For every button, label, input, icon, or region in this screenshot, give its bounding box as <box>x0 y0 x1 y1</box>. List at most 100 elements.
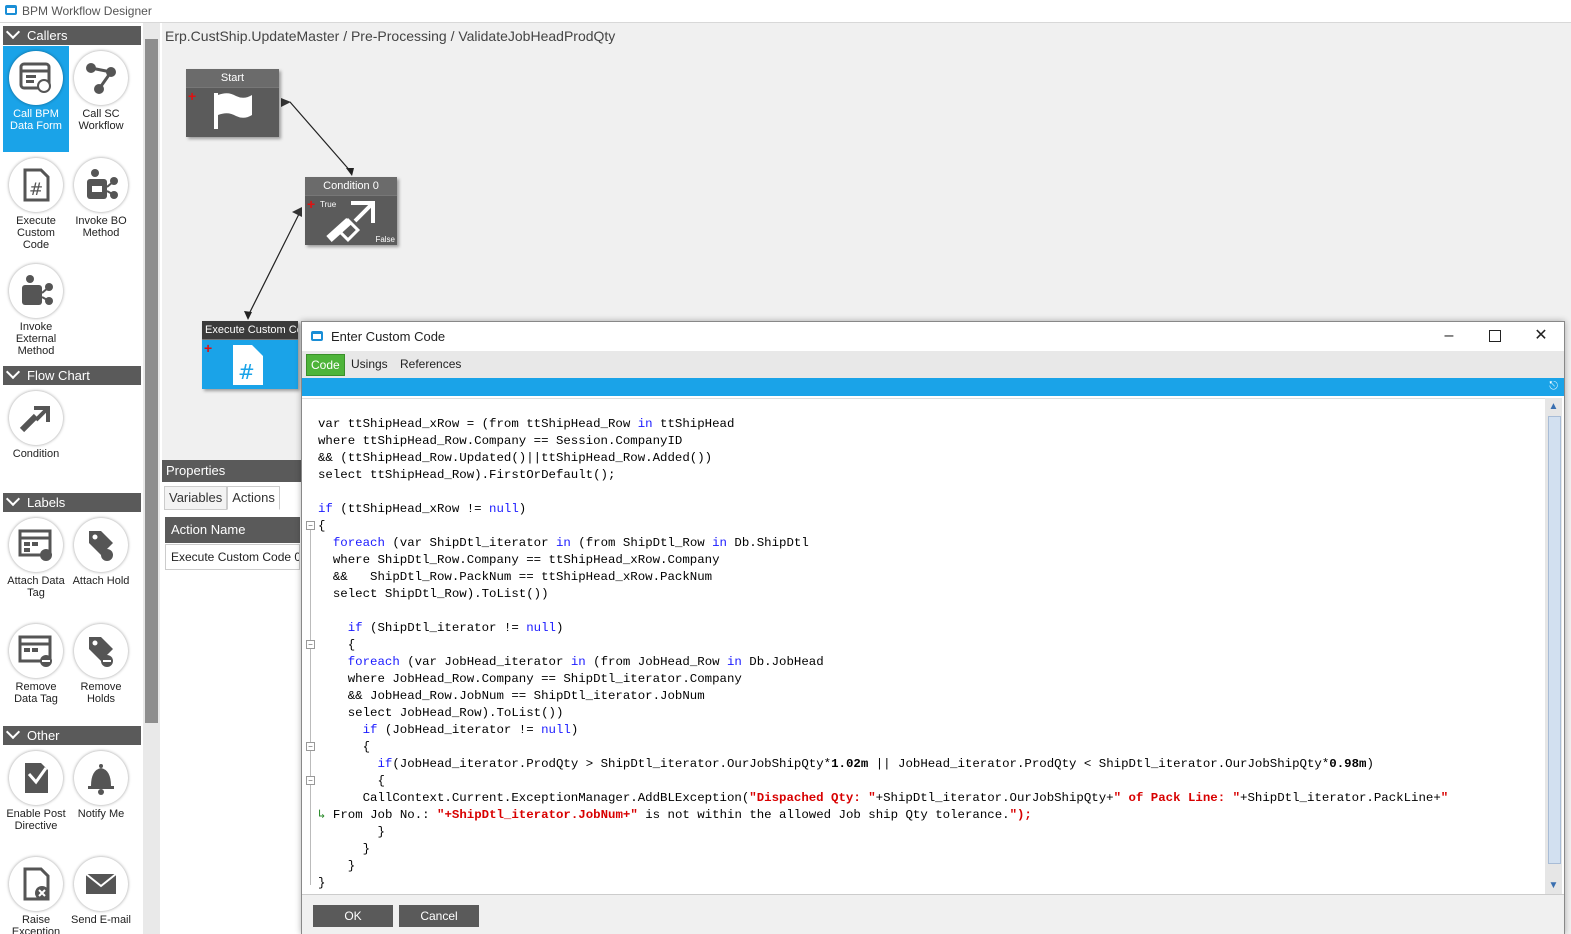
section-flow-chart[interactable]: Flow Chart <box>3 364 141 385</box>
tool-call-sc-workflow[interactable]: Call SC Workflow <box>68 46 134 152</box>
add-icon[interactable]: + <box>307 197 315 211</box>
tab-usings[interactable]: Usings <box>347 354 392 374</box>
remove-hold-icon <box>74 624 128 678</box>
fold-guide <box>310 530 311 885</box>
invoke-bo-icon <box>74 158 128 212</box>
node-title: Condition 0 <box>305 177 397 196</box>
window-titlebar: BPM Workflow Designer <box>0 0 1571 23</box>
tool-raise-exception[interactable]: Raise Exception <box>3 852 69 934</box>
node-start[interactable]: Start + <box>186 69 279 137</box>
tool-invoke-bo-method[interactable]: Invoke BO Method <box>68 153 134 259</box>
app-icon <box>311 331 323 341</box>
form-icon <box>9 51 63 105</box>
tool-label: Attach Hold <box>72 575 130 587</box>
tool-label: Remove Data Tag <box>14 681 58 705</box>
tool-label: Invoke External Method <box>15 321 57 357</box>
svg-text:#: # <box>29 180 43 200</box>
scroll-up-icon[interactable]: ▲ <box>1547 400 1560 413</box>
node-condition[interactable]: Condition 0 + True False <box>305 177 397 245</box>
tool-label: Send E-mail <box>71 914 131 926</box>
exception-icon <box>9 857 63 911</box>
scrollbar-thumb[interactable] <box>145 39 158 723</box>
toolbox-panel: Callers Call BPM Data Form Call SC Workf… <box>0 23 143 934</box>
chevron-down-icon <box>5 24 21 40</box>
invoke-external-icon <box>9 264 63 318</box>
app-icon <box>5 5 17 15</box>
tab-variables[interactable]: Variables <box>164 486 228 510</box>
condition-icon <box>9 391 63 445</box>
dialog-title: Enter Custom Code <box>331 329 446 344</box>
tool-remove-data-tag[interactable]: Remove Data Tag <box>3 619 69 725</box>
tool-execute-custom-code[interactable]: # Execute Custom Code <box>3 153 69 259</box>
tool-label: Execute Custom Code <box>16 215 56 251</box>
envelope-icon <box>74 857 128 911</box>
code-editor[interactable]: − − − − var ttShipHead_xRow = (from ttSh… <box>302 398 1545 895</box>
add-icon[interactable]: + <box>188 89 196 103</box>
column-header-action-name[interactable]: Action Name <box>165 517 300 543</box>
tool-label: Attach Data Tag <box>7 575 65 599</box>
tool-enable-post-directive[interactable]: Enable Post Directive <box>3 746 69 852</box>
section-other[interactable]: Other <box>3 724 141 745</box>
chevron-down-icon <box>5 724 21 740</box>
dialog-tabs: Code Usings References <box>302 351 1564 378</box>
false-port-label: False <box>375 235 395 244</box>
tab-code[interactable]: Code <box>306 354 345 376</box>
post-directive-icon <box>9 751 63 805</box>
tool-remove-holds[interactable]: Remove Holds <box>68 619 134 725</box>
chevron-down-icon <box>5 491 21 507</box>
tool-label: Notify Me <box>77 808 125 820</box>
node-title: Start <box>186 69 279 88</box>
code-file-icon: # <box>9 158 63 212</box>
bell-icon <box>74 751 128 805</box>
properties-panel: Properties Variables Actions Action Name … <box>162 460 302 934</box>
tool-attach-data-tag[interactable]: Attach Data Tag <box>3 513 69 619</box>
tool-label: Invoke BO Method <box>75 215 127 239</box>
data-tag-icon <box>9 518 63 572</box>
minimize-button[interactable]: – <box>1426 322 1472 350</box>
add-icon[interactable]: + <box>204 341 212 355</box>
table-row[interactable]: Execute Custom Code 0 <box>165 544 300 570</box>
workflow-icon <box>74 51 128 105</box>
section-labels[interactable]: Labels <box>3 491 141 512</box>
tool-attach-hold[interactable]: Attach Hold <box>68 513 134 619</box>
svg-text:#: # <box>238 360 255 384</box>
fold-toggle-icon[interactable]: − <box>306 742 315 751</box>
ok-button[interactable]: OK <box>313 905 393 927</box>
window-title: BPM Workflow Designer <box>22 4 152 18</box>
section-callers[interactable]: Callers <box>3 24 141 45</box>
chevron-down-icon <box>5 364 21 380</box>
cancel-button[interactable]: Cancel <box>399 905 479 927</box>
custom-code-dialog: Enter Custom Code – ✕ Code Usings Refere… <box>301 321 1565 934</box>
close-button[interactable]: ✕ <box>1518 322 1564 350</box>
code-text[interactable]: var ttShipHead_xRow = (from ttShipHead_R… <box>318 416 1448 892</box>
code-file-icon: # <box>233 345 263 385</box>
fold-toggle-icon[interactable]: − <box>306 776 315 785</box>
dialog-footer: OK Cancel <box>302 894 1564 934</box>
tool-send-email[interactable]: Send E-mail <box>68 852 134 934</box>
tool-invoke-external-method[interactable]: Invoke External Method <box>3 259 69 365</box>
breadcrumb: Erp.CustShip.UpdateMaster / Pre-Processi… <box>165 28 616 44</box>
maximize-button[interactable] <box>1472 322 1518 350</box>
tab-actions[interactable]: Actions <box>227 486 280 510</box>
condition-icon <box>326 201 375 243</box>
tab-references[interactable]: References <box>396 354 465 374</box>
pin-icon[interactable]: ⎋ <box>1549 380 1558 393</box>
node-title: Execute Custom Co <box>202 321 298 340</box>
dialog-titlebar: Enter Custom Code – ✕ <box>302 322 1564 350</box>
fold-toggle-icon[interactable]: − <box>306 521 315 530</box>
tool-label: Enable Post Directive <box>6 808 66 832</box>
properties-title: Properties <box>162 460 302 482</box>
node-execute-custom-code[interactable]: Execute Custom Co + # <box>202 321 298 389</box>
toolbox-scrollbar[interactable] <box>143 23 160 934</box>
tool-call-bpm-data-form[interactable]: Call BPM Data Form <box>3 46 69 152</box>
tool-label: Raise Exception <box>11 914 61 934</box>
tool-notify-me[interactable]: Notify Me <box>68 746 134 852</box>
scrollbar-thumb[interactable] <box>1548 416 1561 864</box>
tool-label: Call SC Workflow <box>78 108 124 132</box>
hold-tag-icon <box>74 518 128 572</box>
scroll-down-icon[interactable]: ▼ <box>1547 879 1560 892</box>
tool-label: Remove Holds <box>80 681 122 705</box>
tool-condition[interactable]: Condition <box>3 386 69 461</box>
fold-toggle-icon[interactable]: − <box>306 640 315 649</box>
editor-scrollbar[interactable]: ▲ ▼ <box>1545 398 1562 894</box>
